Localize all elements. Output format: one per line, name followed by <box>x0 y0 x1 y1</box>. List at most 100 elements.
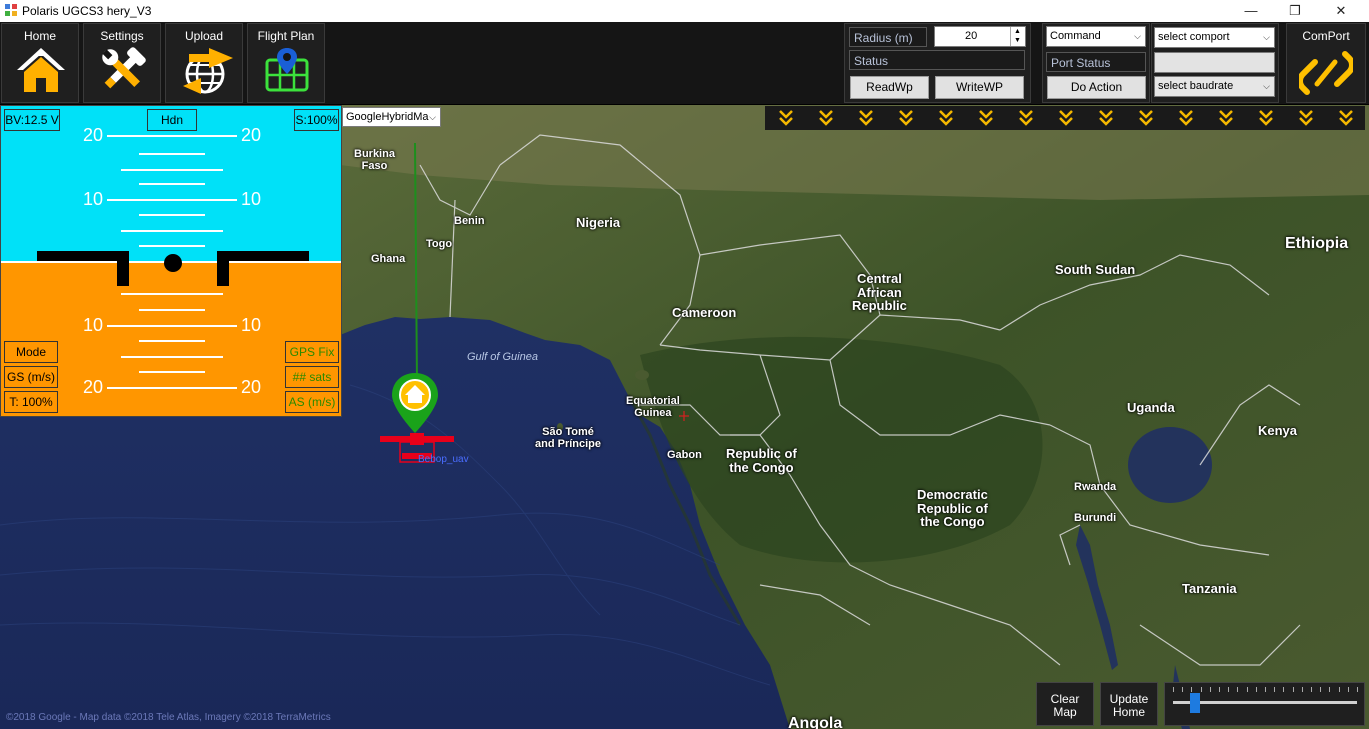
update-home-button[interactable]: Update Home <box>1100 682 1158 726</box>
radius-label: Radius (m) <box>849 27 927 47</box>
do-action-button[interactable]: Do Action <box>1047 76 1146 99</box>
slider-tick <box>1246 687 1248 692</box>
upload-button[interactable]: Upload <box>165 23 243 103</box>
double-chevron-down-icon[interactable] <box>977 108 995 128</box>
pitch-tick-label: 10 <box>241 189 262 209</box>
pitch-line <box>139 245 205 247</box>
flight-plan-button[interactable]: Flight Plan <box>247 23 325 103</box>
ground-speed-readout: GS (m/s) <box>4 366 58 388</box>
clear-map-button[interactable]: Clear Map <box>1036 682 1094 726</box>
slider-ticks <box>1173 687 1358 693</box>
map-label: Ghana <box>371 253 406 265</box>
double-chevron-down-icon[interactable] <box>937 108 955 128</box>
map-label: Benin <box>454 215 485 227</box>
comport-button[interactable]: ComPort <box>1286 23 1366 103</box>
main-toolbar: Home Settings Upload Flight Plan Radius … <box>0 22 1369 105</box>
pitch-line <box>107 387 237 389</box>
baudrate-select-value: select baudrate <box>1158 80 1234 92</box>
settings-button-label: Settings <box>100 29 144 43</box>
pitch-tick-label: 20 <box>83 125 104 145</box>
status-label: Status <box>849 50 1025 70</box>
read-waypoints-button[interactable]: ReadWp <box>850 76 929 99</box>
slider-tick <box>1209 687 1211 692</box>
stepper-arrows-icon[interactable]: ▲ ▼ <box>1010 27 1024 46</box>
pitch-line <box>139 309 205 311</box>
slider-tick <box>1301 687 1303 692</box>
settings-button[interactable]: Settings <box>83 23 161 103</box>
slider-tick <box>1292 687 1294 692</box>
double-chevron-down-icon[interactable] <box>1297 108 1315 128</box>
zoom-slider[interactable] <box>1164 682 1365 726</box>
comport-select[interactable]: select comport ⌵ <box>1154 27 1275 48</box>
chevron-down-icon: ⌵ <box>1263 81 1270 91</box>
map-label: Rwanda <box>1074 481 1117 493</box>
map-provider-value: GoogleHybridMa <box>346 111 429 123</box>
pitch-line <box>121 230 223 232</box>
command-select[interactable]: Command ⌵ <box>1046 26 1146 47</box>
map-label: Angola <box>788 715 843 729</box>
write-waypoints-button[interactable]: WriteWP <box>935 76 1024 99</box>
slider-tick <box>1255 687 1257 692</box>
app-icon <box>5 4 17 16</box>
vehicle-label: Bebop_uav <box>418 454 469 465</box>
double-chevron-down-icon[interactable] <box>1177 108 1195 128</box>
satellite-count-readout: ## sats <box>285 366 339 388</box>
double-chevron-down-icon[interactable] <box>1137 108 1155 128</box>
double-chevron-down-icon[interactable] <box>1017 108 1035 128</box>
home-marker-icon[interactable] <box>390 371 440 435</box>
aircraft-symbol-icon <box>37 251 309 286</box>
clear-map-label: Clear Map <box>1050 692 1080 719</box>
pitch-line <box>139 340 205 342</box>
pitch-line <box>139 183 205 185</box>
close-button[interactable]: ✕ <box>1318 0 1364 22</box>
double-chevron-down-icon[interactable] <box>1337 108 1355 128</box>
pitch-line <box>139 214 205 216</box>
map-label: Ethiopia <box>1285 235 1349 252</box>
radius-stepper[interactable]: 20 ▲ ▼ <box>934 26 1026 47</box>
gps-fix-readout: GPS Fix <box>285 341 339 363</box>
pitch-tick-label: 20 <box>241 377 262 397</box>
plug-link-icon <box>1299 51 1353 95</box>
double-chevron-down-icon[interactable] <box>1097 108 1115 128</box>
radius-value: 20 <box>965 30 978 42</box>
slider-thumb[interactable] <box>1190 693 1201 713</box>
double-chevron-down-icon[interactable] <box>777 108 795 128</box>
slider-tick <box>1274 687 1276 692</box>
house-icon <box>17 48 65 92</box>
slider-tick <box>1311 687 1312 692</box>
double-chevron-down-icon[interactable] <box>1057 108 1075 128</box>
minimize-button[interactable]: — <box>1228 0 1274 22</box>
double-chevron-down-icon[interactable] <box>897 108 915 128</box>
map-label: São Tomé and Príncipe <box>535 426 602 450</box>
map-label: Central African Republic <box>852 271 907 314</box>
map-provider-select[interactable]: GoogleHybridMa ⌵ <box>342 107 441 127</box>
map-pin-icon <box>265 48 309 92</box>
sea-label: Gulf of Guinea <box>467 351 538 363</box>
slider-tick <box>1347 687 1349 692</box>
mission-panel: Radius (m) 20 ▲ ▼ Status ReadWp WriteWP <box>844 23 1031 103</box>
port-status-label: Port Status <box>1046 52 1146 72</box>
pitch-tick-label: 10 <box>83 189 104 209</box>
home-button[interactable]: Home <box>1 23 79 103</box>
slider-tick <box>1320 687 1322 692</box>
baudrate-select[interactable]: select baudrate ⌵ <box>1154 76 1275 97</box>
slider-tick <box>1173 687 1174 692</box>
restore-button[interactable]: ❐ <box>1272 0 1318 22</box>
pitch-line <box>107 199 237 201</box>
double-chevron-down-icon[interactable] <box>1217 108 1235 128</box>
map-label: Cameroon <box>672 305 737 320</box>
upload-button-label: Upload <box>184 29 224 43</box>
heading-readout: Hdn <box>147 109 197 131</box>
comport-select-value: select comport <box>1158 31 1230 43</box>
double-chevron-down-icon[interactable] <box>817 108 835 128</box>
double-chevron-down-icon[interactable] <box>857 108 875 128</box>
pitch-tick-label: 10 <box>241 315 262 335</box>
comport-info-field <box>1154 52 1275 73</box>
title-bar: Polaris UGCS3 hery_V3 — ❐ ✕ <box>0 0 1369 22</box>
pitch-line <box>107 135 237 137</box>
slider-tick <box>1283 687 1285 692</box>
map-label: Equatorial Guinea <box>626 395 680 419</box>
pitch-line <box>139 153 205 155</box>
map-label: South Sudan <box>1055 262 1136 277</box>
double-chevron-down-icon[interactable] <box>1257 108 1275 128</box>
